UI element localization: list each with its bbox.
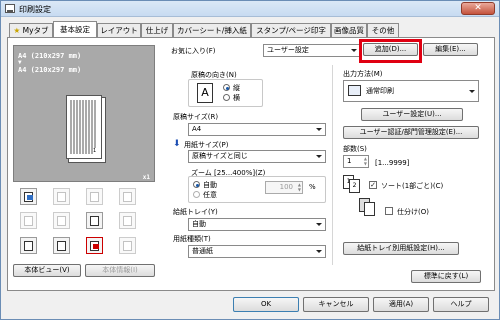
zoom-auto-radio[interactable] [193, 181, 200, 188]
tab-other[interactable]: その他 [367, 23, 399, 37]
ok-button[interactable]: OK [233, 297, 299, 312]
collate-checkbox[interactable]: ✓ [369, 181, 377, 189]
preview-scale: x1 [142, 174, 150, 181]
preview-arrow: ▼ [18, 59, 22, 66]
original-size-select[interactable]: A4 [188, 123, 326, 136]
tray-paper-settings-button[interactable]: 給紙トレイ別用紙設定(H)... [343, 242, 459, 255]
window-title: 印刷設定 [19, 5, 51, 14]
title-bar: 印刷設定 ✕ [1, 1, 499, 17]
cancel-button[interactable]: キャンセル [303, 297, 369, 312]
combination-icon [53, 212, 70, 229]
edit-favorite-button[interactable]: 編集(E)... [423, 43, 478, 56]
copies-stepper[interactable]: 1 [343, 155, 369, 168]
page-preview: A4 (210x297 mm) ▼ A4 (210x297 mm) 1 x1 [13, 45, 155, 182]
paper-type-label: 用紙種類(T) [173, 235, 211, 243]
hole-punch-icon [86, 188, 103, 205]
portrait-radio[interactable] [223, 84, 230, 91]
zoom-percent-stepper[interactable]: 100 [265, 181, 303, 194]
tab-my-tab[interactable]: ★ Myタブ [9, 23, 53, 37]
portrait-a-icon: A [197, 83, 213, 103]
paper-size-select[interactable]: 原稿サイズと同じ [188, 150, 326, 163]
cover-icon [119, 212, 136, 229]
fold-icon [119, 188, 136, 205]
printer-icon [5, 4, 15, 13]
user-settings-button[interactable]: ユーザー設定(U)... [361, 108, 463, 121]
tab-finishing[interactable]: 仕上げ [141, 23, 173, 37]
favorites-select[interactable]: ユーザー設定 [263, 44, 361, 57]
original-direction-icon [20, 188, 37, 205]
staple-icon [53, 188, 70, 205]
collate-label: ソート(1部ごと)(C) [381, 182, 444, 190]
preview-page-number: 1 [93, 148, 97, 154]
chevron-down-icon [316, 155, 322, 158]
arrow-down-icon: ⬇ [173, 139, 181, 149]
account-track-icon [53, 237, 70, 254]
device-view-button[interactable]: 本体ビュー(V) [13, 264, 81, 277]
preview-paper: 1 [66, 95, 102, 159]
zoom-unit: % [309, 183, 316, 191]
help-button[interactable]: ヘルプ [433, 297, 489, 312]
offset-checkbox[interactable] [385, 207, 393, 215]
chevron-down-icon [316, 250, 322, 253]
auth-settings-button[interactable]: ユーザー認証/部門管理設定(E)... [343, 126, 479, 139]
print-settings-window: 印刷設定 ✕ ★ Myタブ 基本設定 レイアウト 仕上げ カバーシート/挿入紙 … [0, 0, 500, 320]
copies-range: [1...9999] [375, 159, 410, 167]
landscape-radio[interactable] [223, 94, 230, 101]
paper-type-select[interactable]: 普通紙 [188, 245, 326, 258]
column-divider [332, 65, 333, 265]
close-button[interactable]: ✕ [461, 2, 495, 15]
box-save-icon [119, 237, 136, 254]
copies-label: 部数(S) [343, 145, 367, 153]
preview-original-size: A4 (210x297 mm) [18, 52, 82, 60]
paper-tray-select[interactable]: 自動 [188, 218, 326, 231]
tab-cover-insert[interactable]: カバーシート/挿入紙 [173, 23, 251, 37]
chevron-down-icon [469, 90, 475, 93]
paper-tray-label: 給紙トレイ(Y) [173, 208, 218, 216]
landscape-label: 横 [233, 94, 240, 102]
chevron-down-icon [316, 128, 322, 131]
portrait-label: 縦 [233, 84, 240, 92]
star-icon: ★ [13, 26, 21, 35]
zoom-manual-label: 任意 [203, 191, 217, 199]
output-method-label: 出力方法(M) [343, 70, 383, 78]
user-auth-icon [20, 237, 37, 254]
paper-size-label: 用紙サイズ(P) [184, 141, 229, 149]
device-info-button[interactable]: 本体情報(I) [85, 264, 155, 277]
zoom-manual-radio[interactable] [193, 191, 200, 198]
tab-basic-settings[interactable]: 基本設定 [53, 21, 97, 37]
chevron-down-icon [316, 223, 322, 226]
offset-pages-icon [359, 198, 381, 218]
secure-print-icon [86, 237, 103, 254]
preview-paper-size: A4 (210x297 mm) [18, 66, 82, 74]
zoom-auto-label: 自動 [203, 181, 217, 189]
offset-label: 仕分け(O) [397, 208, 429, 216]
add-button-highlight [359, 39, 422, 63]
tab-layout[interactable]: レイアウト [97, 23, 141, 37]
tab-stamp-page-print[interactable]: スタンプ/ページ印字 [251, 23, 331, 37]
restore-defaults-button[interactable]: 標準に戻す(L) [411, 270, 481, 283]
printer-output-icon [348, 85, 361, 96]
apply-button[interactable]: 適用(A) [373, 297, 429, 312]
favorites-label: お気に入り(F) [171, 47, 216, 55]
collate-pages-icon: 12 [343, 175, 365, 195]
tab-image-quality[interactable]: 画像品質 [331, 23, 367, 37]
output-method-select[interactable]: 通常印刷 [343, 80, 479, 102]
duplex-icon [20, 212, 37, 229]
chevron-down-icon [351, 49, 357, 52]
original-size-label: 原稿サイズ(R) [173, 113, 219, 121]
collate-icon [86, 212, 103, 229]
